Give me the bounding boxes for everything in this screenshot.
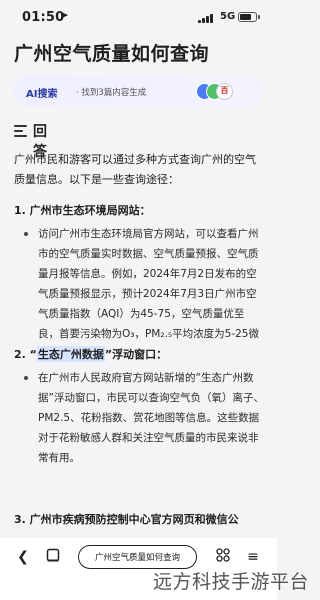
page-title-pill[interactable]: 广州空气质量如何查询 [78,545,197,569]
bullet-dot [24,232,28,236]
chevron-left-icon[interactable]: ❮ [14,548,32,566]
section-2-highlight: 生态广州数据 [36,346,105,362]
battery-tip [258,15,260,19]
ai-search-label: AI搜索 [26,89,58,100]
battery-icon [238,12,257,22]
bullet-dot [24,376,28,380]
section-2-title: 2. “生态广州数据”浮动窗口： [14,346,167,362]
battery-level [240,14,252,20]
source-badge: 百 [216,83,233,100]
page-title: 广州空气质量如何查询 [14,43,210,65]
source-logos-icon[interactable]: 百 [196,83,236,100]
status-time: 01:50 [22,10,65,25]
answer-intro: 广州市民和游客可以通过多种方式查询广州的空气质量信息。以下是一些查询途径： [14,153,256,186]
watermark: 远方科技手游平台 [153,571,310,593]
section-2-prefix: 2. “ [14,348,37,361]
more-icon[interactable]: ≡ [244,548,262,566]
ai-search-bar[interactable]: AI搜索 · 找到3篇内容生成 百 [14,76,263,106]
section-3-title: 3. 广州市疾病预防控制中心官方网页和微信公 [14,513,239,526]
bottom-toolbar: ❮ 广州空气质量如何查询 ≡ 远方科技手游平台 [0,538,309,600]
section-2-text: 在广州市人民政府官方网站新增的“生态广州数据”浮动窗口，市民可以查询空气负（氧）… [38,372,264,464]
status-bar: 01:50 ➤ 5G [0,0,277,34]
location-arrow-icon: ➤ [61,11,69,21]
text-lines-icon [14,125,27,137]
window-icon[interactable] [44,548,62,566]
network-type: 5G [220,11,236,22]
section-1-text: 访问广州市生态环境局官方网站，可以查看广州市的空气质量实时数据、空气质量预报、空… [38,228,259,360]
ai-search-summary: · 找到3篇内容生成 [76,88,147,98]
section-1-title: 1. 广州市生态环境局网站： [14,204,151,217]
section-2-suffix: ”浮动窗口： [104,348,168,361]
signal-icon [198,13,215,23]
tabs-grid-icon[interactable] [214,548,232,566]
page-title-pill-text: 广州空气质量如何查询 [94,553,180,563]
answer-content: 广州市民和游客可以通过多种方式查询广州的空气质量信息。以下是一些查询途径： 1.… [14,150,269,540]
